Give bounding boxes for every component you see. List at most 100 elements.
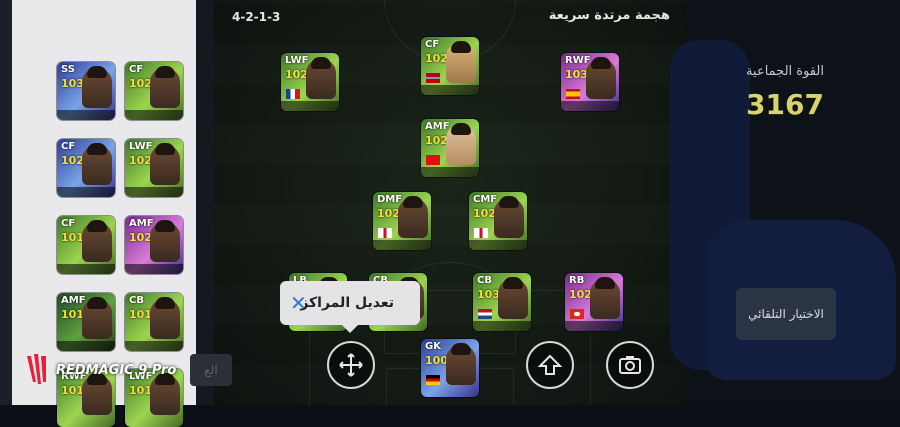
lineup-card-cmf[interactable]: CMF 102 [469, 192, 527, 250]
card-position: SS [61, 64, 75, 75]
nation-flag-icon [566, 89, 580, 99]
player-photo [590, 277, 620, 319]
card-footer [125, 110, 183, 120]
card-rating: 102 [285, 68, 308, 81]
card-footer [561, 101, 619, 111]
card-rating: 103 [61, 77, 84, 90]
card-rating: 102 [129, 154, 152, 167]
lineup-card-amf[interactable]: AMF 102 [421, 119, 479, 177]
card-position: AMF [425, 121, 450, 132]
move-button[interactable] [327, 341, 375, 389]
card-footer [57, 110, 115, 120]
card-rating: 102 [129, 77, 152, 90]
edit-positions-tooltip[interactable]: ✕ تعديل المراكز [280, 281, 420, 333]
card-position: RB [569, 275, 585, 286]
device-watermark: REDMAGIC 9 Pro [24, 352, 176, 388]
bench-card[interactable]: LWF 102 [125, 139, 183, 197]
player-photo [498, 277, 528, 319]
card-rating: 101 [61, 231, 84, 244]
lineup-card-gk[interactable]: GK 100 [421, 339, 479, 397]
bench-card[interactable]: AMF 101 [57, 293, 115, 351]
bench-card[interactable]: AMF 102 [125, 216, 183, 274]
card-rating: 102 [425, 52, 448, 65]
lineup-card-cf[interactable]: CF 102 [421, 37, 479, 95]
player-photo [306, 57, 336, 99]
player-photo [150, 66, 180, 108]
team-power-label: القوة الجماعية [746, 64, 824, 79]
card-position: LWF [285, 55, 309, 66]
lineup-card-rb[interactable]: RB 102 [565, 273, 623, 331]
left-edge [0, 0, 12, 405]
player-photo [446, 123, 476, 165]
player-photo [82, 66, 112, 108]
lineup-card-dmf[interactable]: DMF 102 [373, 192, 431, 250]
club-badge-icon [426, 155, 440, 165]
bench-card[interactable]: CB 101 [125, 293, 183, 351]
card-position: RWF [565, 55, 591, 66]
lineup-card-lwf[interactable]: LWF 102 [281, 53, 339, 111]
card-footer [57, 264, 115, 274]
card-rating: 101 [61, 308, 84, 321]
card-position: CF [61, 141, 76, 152]
lineup-card-rwf[interactable]: RWF 103 [561, 53, 619, 111]
card-footer [565, 321, 623, 331]
bench-panel[interactable]: SS 103 CF 102 CF 102 LWF 102 CF 101 AMF … [12, 0, 196, 427]
card-footer [373, 240, 431, 250]
card-rating: 103 [565, 68, 588, 81]
card-position: DMF [377, 194, 403, 205]
card-footer [421, 167, 479, 177]
nation-flag-icon [426, 375, 440, 385]
card-position: GK [425, 341, 441, 352]
player-photo [494, 196, 524, 238]
card-rating: 102 [569, 288, 592, 301]
card-rating: 103 [477, 288, 500, 301]
move-icon [339, 353, 363, 377]
card-footer [125, 187, 183, 197]
card-rating: 101 [129, 308, 152, 321]
card-rating: 102 [61, 154, 84, 167]
player-photo [82, 143, 112, 185]
card-rating: 102 [377, 207, 400, 220]
right-panel [670, 0, 900, 405]
bench-card[interactable]: SS 103 [57, 62, 115, 120]
player-photo [150, 297, 180, 339]
player-photo [150, 220, 180, 262]
tooltip-label: تعديل المراكز [300, 295, 394, 311]
bench-card[interactable]: CF 102 [125, 62, 183, 120]
bench-card[interactable]: CF 101 [57, 216, 115, 274]
bench-divider [196, 0, 214, 405]
tactic-label[interactable]: هجمة مرتدة سريعة [510, 8, 670, 23]
card-footer [57, 187, 115, 197]
card-rating: 102 [129, 231, 152, 244]
card-position: CF [61, 218, 76, 229]
card-position: CF [129, 64, 144, 75]
nation-flag-icon [478, 309, 492, 319]
screenshot-button[interactable] [606, 341, 654, 389]
nation-flag-icon [378, 228, 392, 238]
redmagic-logo-icon [27, 354, 46, 384]
player-photo [398, 196, 428, 238]
formation-label[interactable]: 4-2-1-3 [232, 10, 280, 24]
nation-flag-icon [474, 228, 488, 238]
bench-toggle-button[interactable]: الع [190, 354, 232, 386]
camera-icon [619, 356, 641, 374]
card-footer [469, 240, 527, 250]
card-position: CF [425, 39, 440, 50]
card-position: CB [477, 275, 492, 286]
nation-flag-icon [286, 89, 300, 99]
card-footer [125, 264, 183, 274]
bench-card[interactable]: CF 102 [57, 139, 115, 197]
close-icon[interactable]: ✕ [290, 291, 307, 315]
auto-select-button[interactable]: الاختيار التلقائي [736, 288, 836, 340]
card-position: CB [129, 295, 144, 306]
card-footer [57, 341, 115, 351]
team-power-value: 3167 [746, 88, 824, 121]
card-rating: 100 [425, 354, 448, 367]
player-photo [446, 343, 476, 385]
card-footer [473, 321, 531, 331]
nation-flag-icon [426, 73, 440, 83]
player-photo [82, 297, 112, 339]
lineup-card-cb[interactable]: CB 103 [473, 273, 531, 331]
upload-button[interactable] [526, 341, 574, 389]
player-photo [446, 41, 476, 83]
